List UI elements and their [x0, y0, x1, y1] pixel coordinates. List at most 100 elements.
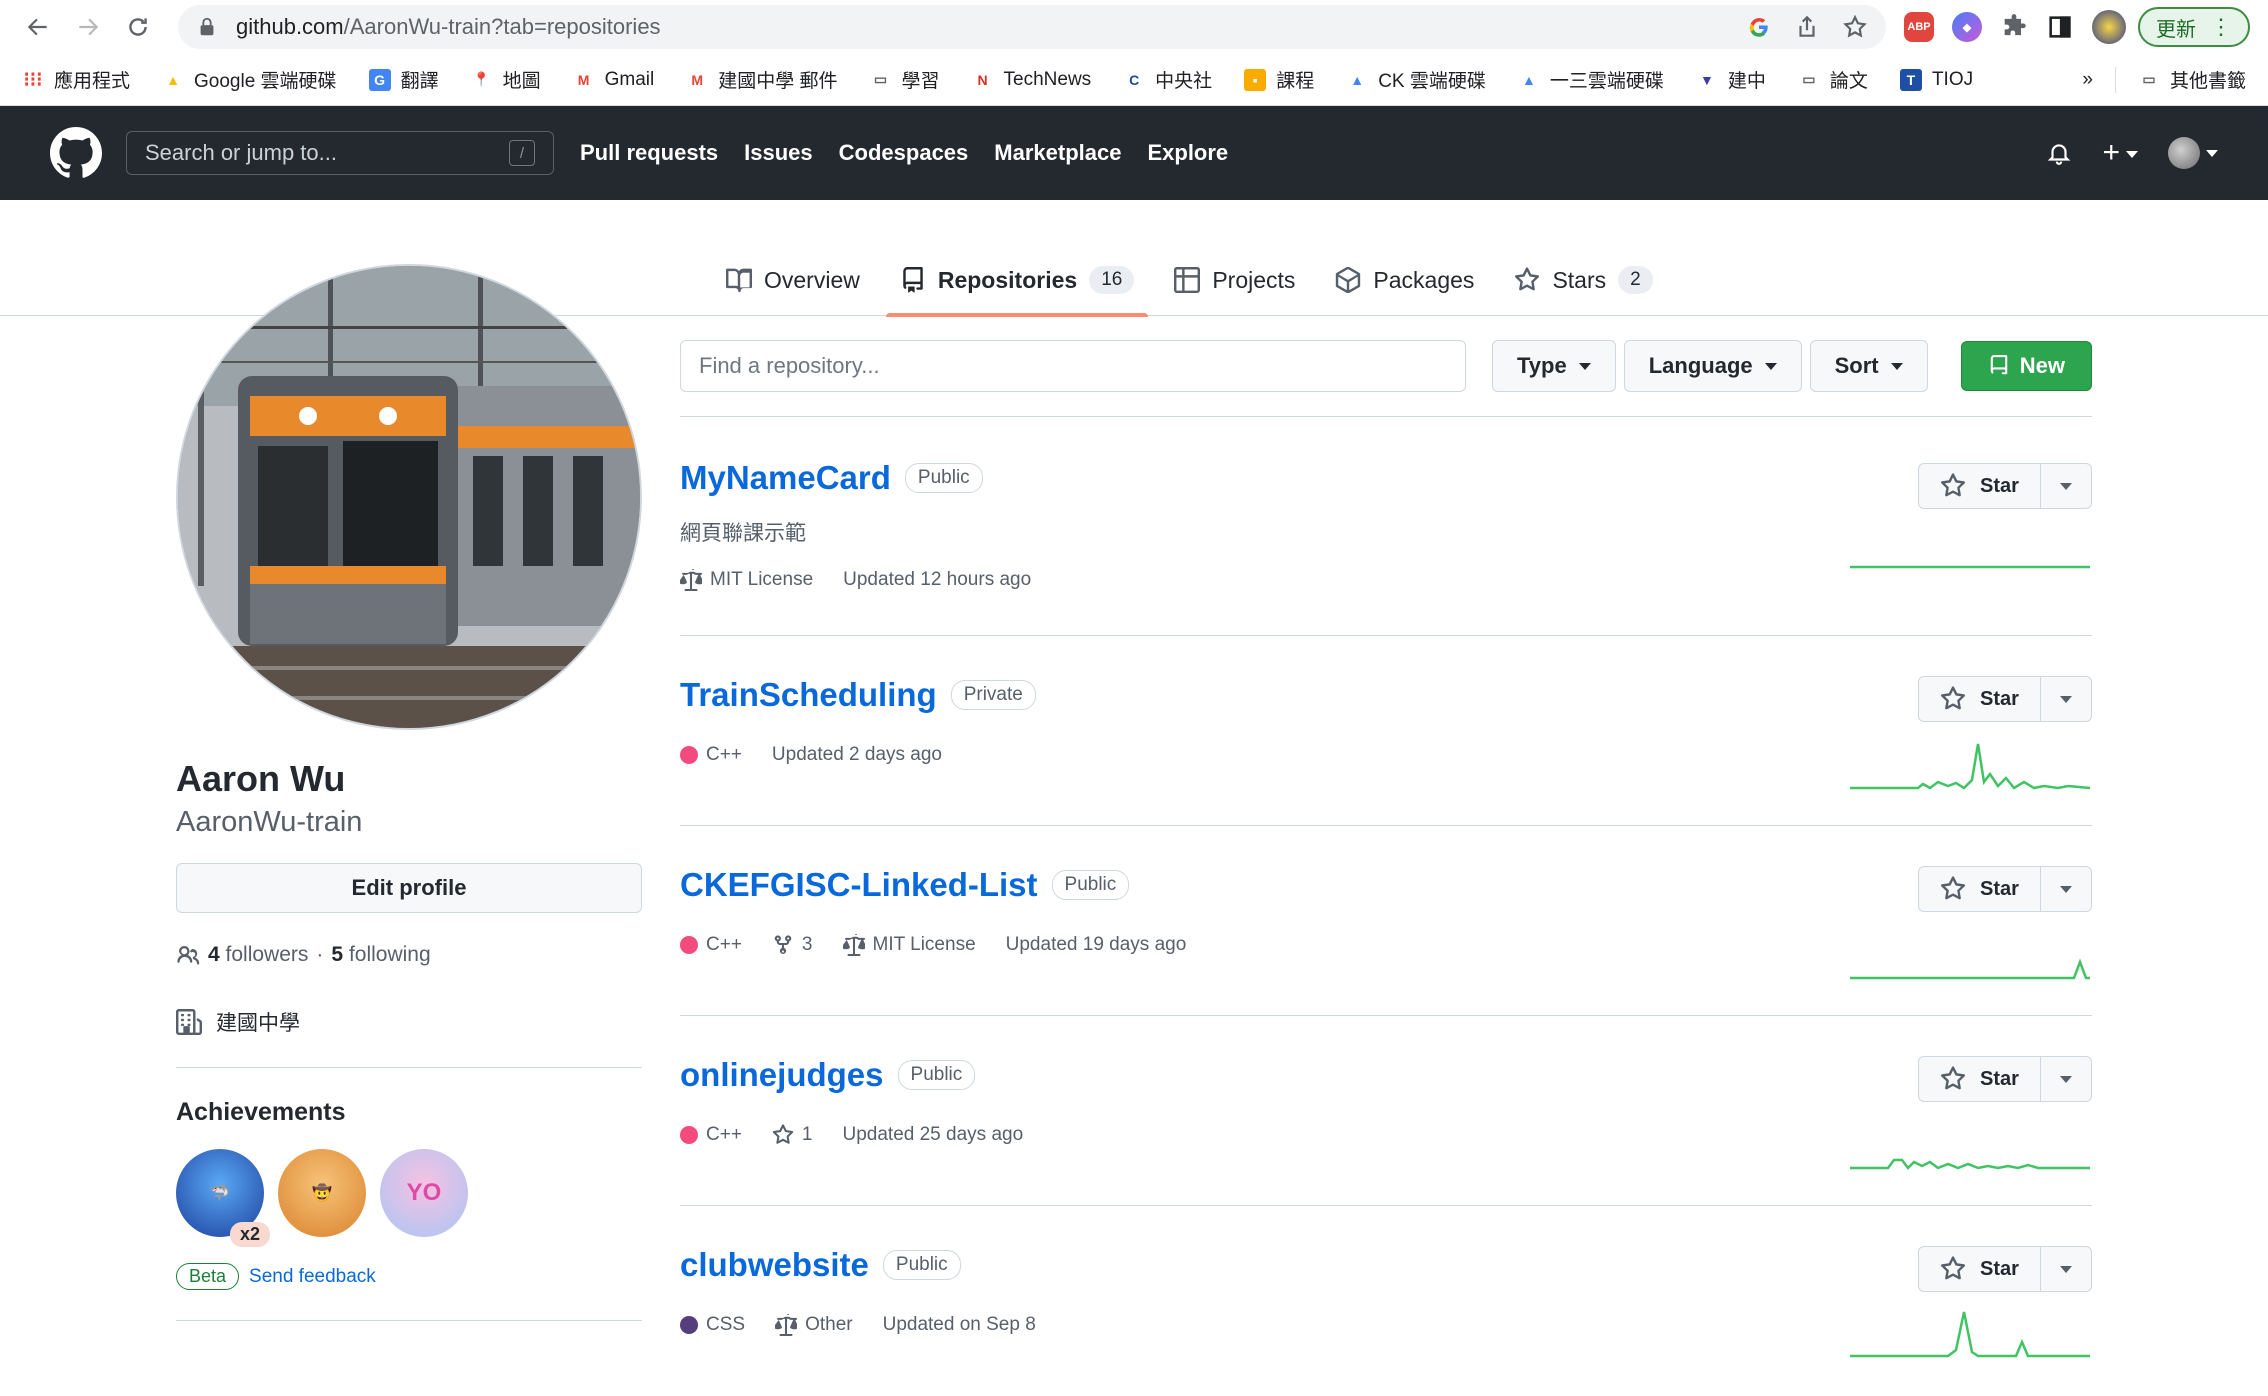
forks-link[interactable]: 3: [772, 934, 813, 956]
bookmark-school-mail[interactable]: M 建國中學 郵件: [686, 66, 837, 93]
tab-repositories[interactable]: Repositories 16: [885, 244, 1149, 317]
bookmark-google-drive[interactable]: ▲ Google 雲端硬碟: [162, 66, 336, 93]
full-name: Aaron Wu: [176, 758, 346, 799]
star-button[interactable]: Star: [1919, 1057, 2041, 1101]
visibility-badge: Public: [1051, 870, 1130, 900]
apps-grid-icon: ⁝⁝⁝: [23, 69, 43, 91]
bookmark-translate[interactable]: G 翻譯: [368, 66, 439, 93]
star-list-dropdown[interactable]: [2041, 1057, 2091, 1101]
profile-sidebar: 🚆 Aaron Wu AaronWu-train Edit profile 4 …: [176, 264, 642, 1321]
github-logo-icon[interactable]: [50, 127, 102, 179]
repo-list-item: clubwebsite Public CSS Other Updated on …: [680, 1206, 2092, 1396]
adblock-icon[interactable]: ABP: [1904, 12, 1934, 42]
star-list-dropdown[interactable]: [2041, 464, 2091, 508]
achievement-pull-shark-icon[interactable]: 🦈 x2: [176, 1149, 270, 1247]
bookmark-apps[interactable]: ⁝⁝⁝ 應用程式: [22, 66, 130, 93]
updated-time: Updated 12 hours ago: [843, 569, 1032, 590]
repo-list-item: MyNameCard Public 網頁聯課示範 MIT License Upd…: [680, 417, 2092, 636]
star-button-group: Star: [1918, 1056, 2092, 1102]
find-repository-input[interactable]: [680, 340, 1466, 392]
nav-codespaces[interactable]: Codespaces: [839, 140, 969, 166]
nav-marketplace[interactable]: Marketplace: [994, 140, 1121, 166]
bookmark-cna[interactable]: C 中央社: [1123, 66, 1212, 93]
back-icon[interactable]: [18, 7, 58, 47]
create-new-menu[interactable]: +: [2102, 138, 2138, 168]
star-list-dropdown[interactable]: [2041, 677, 2091, 721]
user-menu[interactable]: [2168, 137, 2218, 169]
star-button[interactable]: Star: [1919, 677, 2041, 721]
star-button-group: Star: [1918, 1246, 2092, 1292]
bookmarks-overflow-button[interactable]: »: [2082, 69, 2093, 91]
status-train-icon[interactable]: 🚆: [582, 652, 640, 710]
tab-projects[interactable]: Projects: [1160, 244, 1309, 316]
star-button[interactable]: Star: [1919, 867, 2041, 911]
achievement-yolo-icon[interactable]: YO: [380, 1149, 468, 1237]
followers-link[interactable]: 4 followers: [208, 943, 308, 967]
stargazers-link[interactable]: 1: [772, 1124, 813, 1146]
star-button[interactable]: Star: [1919, 1247, 2041, 1291]
nav-pull-requests[interactable]: Pull requests: [580, 140, 718, 166]
url-text: github.com/AaronWu-train?tab=repositorie…: [236, 14, 661, 39]
bookmark-maps[interactable]: 📍 地圖: [471, 66, 541, 93]
bookmark-113-drive[interactable]: ▲ 一三雲端硬碟: [1518, 66, 1664, 93]
new-repository-button[interactable]: New: [1960, 341, 2092, 391]
type-filter-button[interactable]: Type: [1492, 340, 1616, 392]
star-list-dropdown[interactable]: [2041, 867, 2091, 911]
google-icon[interactable]: [1746, 14, 1772, 40]
repo-name-link[interactable]: clubwebsite: [680, 1246, 869, 1284]
bookmark-tioj[interactable]: T TIOJ: [1899, 68, 1973, 91]
tab-packages[interactable]: Packages: [1321, 244, 1488, 316]
sort-filter-button[interactable]: Sort: [1809, 340, 1928, 392]
tab-overview[interactable]: Overview: [712, 244, 874, 316]
profile-avatar[interactable]: [2092, 10, 2126, 44]
organization: 建國中學: [176, 1007, 642, 1037]
update-button[interactable]: 更新 ⋮: [2138, 7, 2250, 47]
tab-stars[interactable]: Stars 2: [1500, 244, 1666, 316]
language-info: CSS: [680, 1314, 745, 1336]
profile-avatar-image[interactable]: 🚆: [176, 264, 642, 730]
bookmark-ck-drive[interactable]: ▲ CK 雲端硬碟: [1346, 66, 1486, 93]
license-info: MIT License: [842, 934, 976, 956]
bookmark-folder-study[interactable]: ▭ 學習: [870, 66, 940, 93]
bookmark-courses[interactable]: ▪ 課程: [1244, 66, 1314, 93]
extension-hex-icon[interactable]: ◆: [1952, 12, 1982, 42]
repo-name-link[interactable]: onlinejudges: [680, 1056, 884, 1094]
reload-icon[interactable]: [118, 7, 158, 47]
follow-stats: 4 followers · 5 following: [176, 943, 642, 967]
bookmark-star-icon[interactable]: [1842, 14, 1868, 40]
edit-profile-button[interactable]: Edit profile: [176, 863, 642, 913]
bookmark-ck[interactable]: ▼ 建中: [1696, 66, 1766, 93]
star-icon: [1515, 267, 1540, 291]
star-list-dropdown[interactable]: [2041, 1247, 2091, 1291]
avatar: [2168, 137, 2200, 169]
bookmark-other[interactable]: ▭ 其他書籤: [2138, 66, 2246, 93]
gmail-icon: M: [577, 71, 590, 88]
bookmarks-bar: ⁝⁝⁝ 應用程式 ▲ Google 雲端硬碟 G 翻譯 📍 地圖 M Gmail M 建國中…: [0, 54, 2268, 106]
bookmark-gmail[interactable]: M Gmail: [573, 69, 654, 91]
nav-explore[interactable]: Explore: [1147, 140, 1228, 166]
repo-name-link[interactable]: CKEFGISC-Linked-List: [680, 866, 1038, 904]
bookmark-technews[interactable]: N TechNews: [972, 69, 1091, 91]
puzzle-icon[interactable]: [2000, 13, 2028, 41]
language-filter-button[interactable]: Language: [1623, 340, 1802, 392]
license-info: MIT License: [680, 569, 813, 591]
search-input[interactable]: Search or jump to... /: [126, 131, 554, 175]
nav-issues[interactable]: Issues: [744, 140, 813, 166]
following-link[interactable]: 5 following: [331, 943, 430, 967]
bookmark-folder-papers[interactable]: ▭ 論文: [1798, 66, 1868, 93]
beta-label: Beta: [176, 1263, 240, 1290]
star-button-group: Star: [1918, 676, 2092, 722]
bell-icon[interactable]: [2046, 140, 2072, 166]
law-icon: [775, 1314, 798, 1336]
share-icon[interactable]: [1794, 14, 1820, 40]
repo-name-link[interactable]: MyNameCard: [680, 459, 891, 497]
language-color-dot: [680, 746, 698, 764]
side-panel-icon[interactable]: [2046, 13, 2074, 41]
send-feedback-link[interactable]: Send feedback: [249, 1266, 376, 1288]
address-bar[interactable]: github.com/AaronWu-train?tab=repositorie…: [178, 5, 1886, 49]
star-button[interactable]: Star: [1919, 464, 2041, 508]
repo-name-link[interactable]: TrainScheduling: [680, 676, 937, 714]
forward-icon[interactable]: [68, 7, 108, 47]
maps-pin-icon: 📍: [472, 71, 491, 87]
achievement-quickdraw-icon[interactable]: 🤠: [278, 1149, 366, 1237]
